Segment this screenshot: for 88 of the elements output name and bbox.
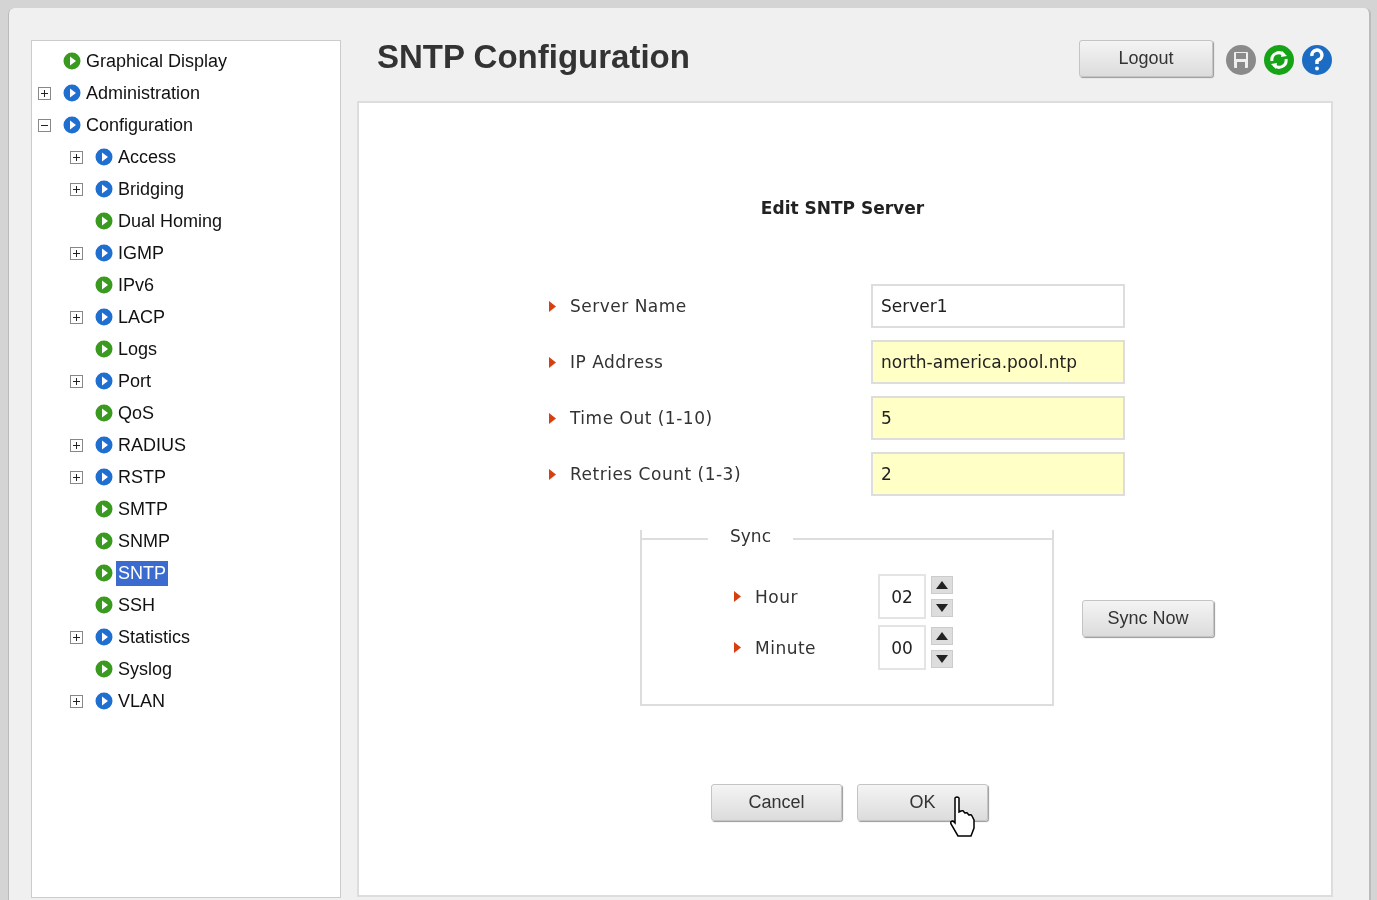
expand-icon[interactable] — [70, 374, 83, 388]
leaf-icon — [95, 532, 113, 550]
logout-button[interactable]: Logout — [1079, 40, 1213, 77]
cancel-button[interactable]: Cancel — [711, 784, 842, 821]
up-arrow-icon — [936, 581, 948, 589]
refresh-icon[interactable] — [1263, 44, 1295, 76]
expand-icon[interactable] — [70, 694, 83, 708]
down-arrow-icon — [936, 604, 948, 612]
expand-icon[interactable] — [38, 86, 51, 100]
tree-item[interactable]: LACP — [116, 304, 168, 330]
field-label: Server Name — [570, 296, 687, 316]
input-field[interactable]: 2 — [871, 452, 1125, 496]
tree-item[interactable]: Bridging — [116, 176, 187, 202]
tree-item[interactable]: Access — [116, 144, 179, 170]
decrement-button[interactable] — [931, 599, 953, 617]
leaf-icon — [63, 52, 81, 70]
tree-item[interactable]: Graphical Display — [84, 48, 230, 74]
bullet-icon — [734, 591, 741, 602]
folder-node-icon — [95, 308, 113, 326]
folder-node-icon — [95, 692, 113, 710]
expand-icon[interactable] — [70, 470, 83, 484]
tree-item[interactable]: Logs — [116, 336, 160, 362]
expand-icon[interactable] — [70, 438, 83, 452]
tree-item[interactable]: Port — [116, 368, 153, 394]
down-arrow-icon — [936, 655, 948, 663]
expand-icon[interactable] — [70, 246, 83, 260]
sync-now-button[interactable]: Sync Now — [1082, 599, 1214, 637]
input-field[interactable]: 00 — [878, 625, 926, 670]
input-field[interactable]: 5 — [871, 396, 1125, 440]
folder-node-icon — [95, 244, 113, 262]
increment-button[interactable] — [931, 576, 953, 594]
folder-node-icon — [63, 116, 81, 134]
tree-item[interactable]: Configuration — [84, 112, 196, 138]
help-icon[interactable] — [1301, 44, 1333, 76]
bullet-icon — [549, 300, 556, 312]
expand-icon[interactable] — [70, 182, 83, 196]
tree-item[interactable]: RSTP — [116, 464, 168, 490]
tree-item[interactable]: RADIUS — [116, 432, 188, 458]
bullet-icon — [549, 468, 556, 480]
leaf-icon — [95, 660, 113, 678]
expand-icon[interactable] — [70, 310, 83, 324]
tree-item[interactable]: SSH — [116, 592, 157, 618]
form-title: Edit SNTP Server — [759, 198, 926, 218]
decrement-button[interactable] — [931, 650, 953, 668]
input-field[interactable]: north-america.pool.ntp — [871, 340, 1125, 384]
tree-item[interactable]: Dual Homing — [116, 208, 225, 234]
leaf-icon — [95, 212, 113, 230]
expand-icon[interactable] — [70, 150, 83, 164]
leaf-icon — [95, 276, 113, 294]
leaf-icon — [95, 404, 113, 422]
tree-item[interactable]: SNTP — [116, 560, 168, 586]
collapse-icon[interactable] — [38, 118, 51, 132]
tree-item[interactable]: IGMP — [116, 240, 166, 266]
tree-item[interactable]: IPv6 — [116, 272, 157, 298]
folder-node-icon — [95, 180, 113, 198]
input-field[interactable]: 02 — [878, 574, 926, 619]
tree-item[interactable]: SMTP — [116, 496, 170, 522]
tree-item[interactable]: SNMP — [116, 528, 172, 554]
field-label: Minute — [755, 637, 817, 658]
tree-item[interactable]: Syslog — [116, 656, 175, 682]
leaf-icon — [95, 340, 113, 358]
increment-button[interactable] — [931, 627, 953, 645]
bullet-icon — [549, 356, 556, 368]
group-legend: Sync — [708, 526, 793, 546]
tree-item[interactable]: QoS — [116, 400, 157, 426]
folder-node-icon — [95, 372, 113, 390]
input-field[interactable]: Server1 — [871, 284, 1125, 328]
field-label: Time Out (1-10) — [570, 408, 713, 428]
folder-node-icon — [95, 436, 113, 454]
tree-item[interactable]: VLAN — [116, 688, 168, 714]
up-arrow-icon — [936, 632, 948, 640]
folder-node-icon — [95, 148, 113, 166]
leaf-icon — [95, 500, 113, 518]
folder-node-icon — [95, 628, 113, 646]
folder-node-icon — [63, 84, 81, 102]
field-label: Hour — [755, 586, 798, 607]
bullet-icon — [549, 412, 556, 424]
folder-node-icon — [95, 468, 113, 486]
save-icon[interactable] — [1225, 44, 1257, 76]
leaf-icon — [95, 564, 113, 582]
tree-item[interactable]: Administration — [84, 80, 203, 106]
field-label: Retries Count (1-3) — [570, 464, 742, 484]
ok-button[interactable]: OK — [857, 784, 988, 821]
tree-item[interactable]: Statistics — [116, 624, 193, 650]
field-label: IP Address — [570, 352, 664, 372]
expand-icon[interactable] — [70, 630, 83, 644]
bullet-icon — [734, 642, 741, 653]
leaf-icon — [95, 596, 113, 614]
